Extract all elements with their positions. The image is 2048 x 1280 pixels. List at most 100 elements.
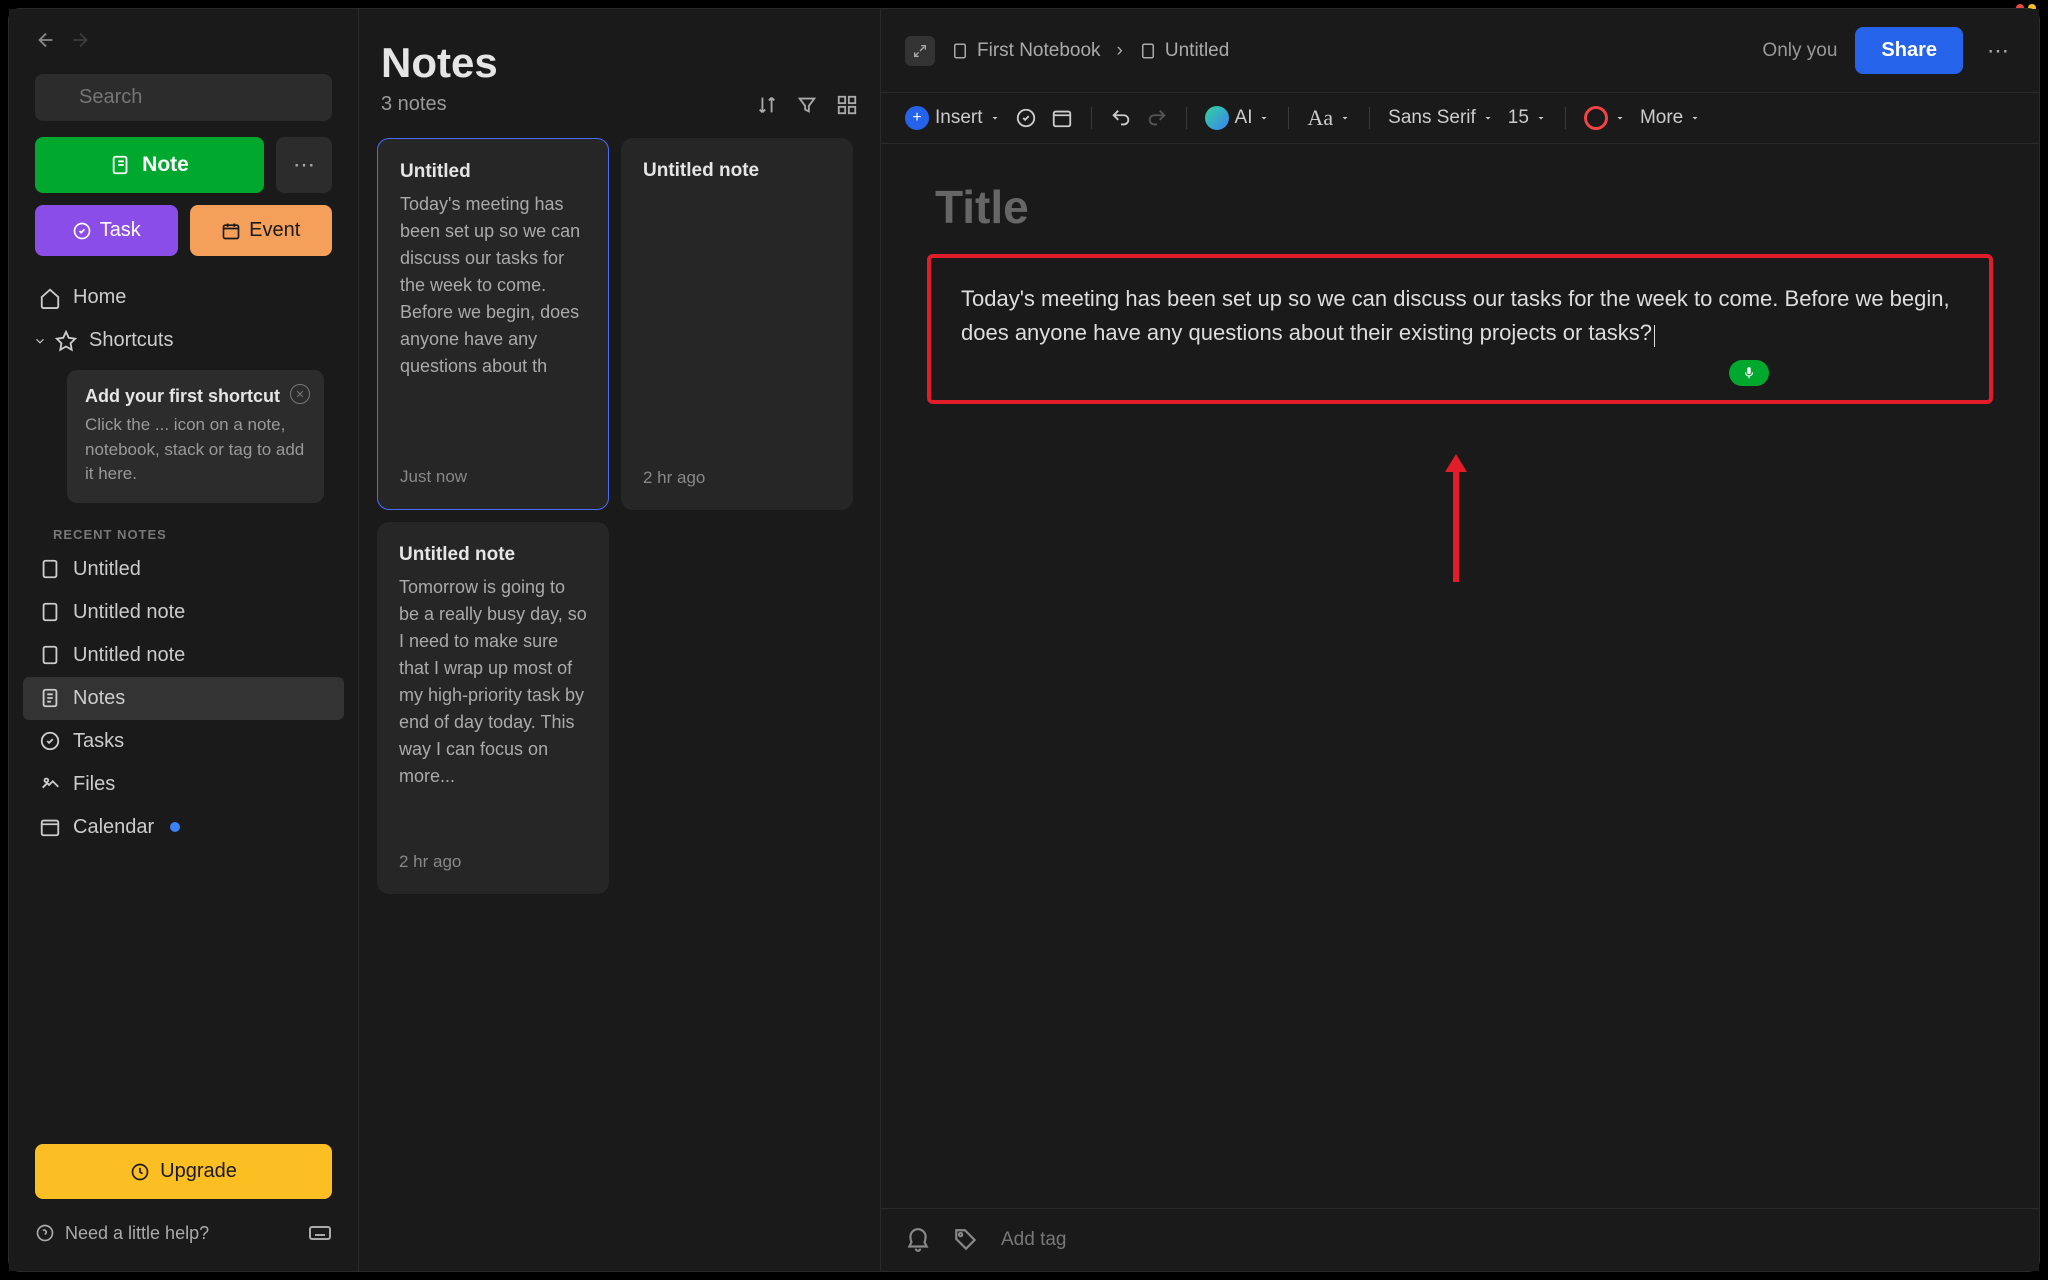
font-family-dropdown[interactable]: Sans Serif — [1388, 107, 1494, 129]
recent-note-label: Untitled note — [73, 601, 185, 624]
expand-button[interactable] — [905, 36, 935, 66]
task-button-label: Task — [100, 219, 141, 242]
color-dropdown[interactable] — [1584, 106, 1626, 130]
calendar-icon — [39, 816, 61, 838]
sidebar-item-notes[interactable]: Notes — [23, 677, 344, 720]
note-card[interactable]: Untitled note Tomorrow is going to be a … — [377, 522, 609, 894]
insert-label: Insert — [935, 107, 983, 129]
recent-note-item[interactable]: Untitled — [23, 548, 344, 591]
content-highlight-box: Today's meeting has been set up so we ca… — [927, 254, 1993, 404]
chevron-down-icon — [989, 112, 1001, 124]
more-dropdown[interactable]: More — [1640, 107, 1701, 129]
microphone-icon — [1742, 366, 1756, 380]
view-icon[interactable] — [836, 94, 858, 116]
keyboard-icon[interactable] — [308, 1221, 332, 1245]
tag-icon[interactable] — [953, 1227, 979, 1253]
task-icon[interactable] — [1015, 107, 1037, 129]
calendar-icon[interactable] — [1051, 107, 1073, 129]
sidebar-item-label: Home — [73, 286, 126, 309]
event-icon — [221, 221, 241, 241]
note-card[interactable]: Untitled note 2 hr ago — [621, 138, 853, 510]
microphone-button[interactable] — [1729, 360, 1769, 386]
card-time: Just now — [400, 467, 586, 487]
notes-icon — [39, 687, 61, 709]
new-event-button[interactable]: Event — [190, 205, 333, 256]
notes-title: Notes — [377, 39, 862, 93]
upgrade-label: Upgrade — [160, 1160, 237, 1183]
chevron-down-icon — [1535, 112, 1547, 124]
chevron-down-icon — [1339, 112, 1351, 124]
note-icon — [1139, 42, 1157, 60]
chevron-down-icon — [33, 330, 47, 352]
forward-icon — [69, 29, 91, 56]
breadcrumb-notebook[interactable]: First Notebook — [951, 40, 1101, 62]
search-input[interactable] — [35, 74, 332, 121]
font-size-label: 15 — [1508, 107, 1529, 129]
ai-dropdown[interactable]: AI — [1205, 106, 1271, 130]
tip-title: Add your first shortcut — [85, 386, 306, 407]
title-placeholder[interactable]: Title — [927, 180, 1993, 234]
undo-icon[interactable] — [1110, 107, 1132, 129]
recent-note-item[interactable]: Untitled note — [23, 591, 344, 634]
app-window: Note ⋯ Task Event Home Shortcuts — [8, 8, 2040, 1272]
ai-label: AI — [1235, 107, 1253, 129]
sidebar-item-calendar[interactable]: Calendar — [23, 806, 344, 849]
recent-note-label: Untitled — [73, 558, 141, 581]
sidebar-item-tasks[interactable]: Tasks — [23, 720, 344, 763]
files-icon — [39, 773, 61, 795]
sidebar-item-label: Shortcuts — [89, 329, 173, 352]
recent-note-label: Untitled note — [73, 644, 185, 667]
editor-toolbar: + Insert AI Aa Sans Serif — [881, 93, 2039, 144]
recent-note-item[interactable]: Untitled note — [23, 634, 344, 677]
new-task-button[interactable]: Task — [35, 205, 178, 256]
add-tag-input[interactable]: Add tag — [1001, 1229, 1067, 1251]
sort-icon[interactable] — [756, 94, 778, 116]
note-icon — [39, 601, 61, 623]
more-button[interactable]: ⋯ — [276, 137, 332, 193]
tasks-icon — [39, 730, 61, 752]
card-title: Untitled — [400, 161, 586, 183]
back-icon[interactable] — [35, 29, 57, 56]
share-button[interactable]: Share — [1855, 27, 1963, 74]
note-card[interactable]: Untitled Today's meeting has been set up… — [377, 138, 609, 510]
breadcrumb-note[interactable]: Untitled — [1139, 40, 1229, 62]
chevron-down-icon — [1689, 112, 1701, 124]
note-button-label: Note — [142, 153, 189, 177]
more-icon[interactable]: ⋯ — [1981, 38, 2015, 64]
font-size-dropdown[interactable]: 15 — [1508, 107, 1547, 129]
reminder-icon[interactable] — [905, 1227, 931, 1253]
card-title: Untitled note — [399, 544, 587, 566]
text-style-dropdown[interactable]: Aa — [1307, 105, 1351, 131]
card-body — [643, 190, 831, 468]
insert-dropdown[interactable]: + Insert — [905, 106, 1001, 130]
help-link[interactable]: Need a little help? — [35, 1223, 209, 1244]
task-icon — [72, 221, 92, 241]
sidebar-item-home[interactable]: Home — [23, 276, 344, 319]
close-icon[interactable]: ✕ — [290, 384, 310, 404]
sidebar-item-label: Notes — [73, 687, 125, 710]
note-icon — [39, 644, 61, 666]
content-text[interactable]: Today's meeting has been set up so we ca… — [961, 286, 1950, 345]
help-label: Need a little help? — [65, 1223, 209, 1244]
plus-icon: + — [905, 106, 929, 130]
editor: First Notebook › Untitled Only you Share… — [881, 9, 2039, 1271]
sidebar-item-shortcuts[interactable]: Shortcuts — [23, 319, 344, 362]
filter-icon[interactable] — [796, 94, 818, 116]
text-cursor — [1654, 325, 1655, 347]
sidebar-item-label: Files — [73, 773, 115, 796]
sidebar: Note ⋯ Task Event Home Shortcuts — [9, 9, 359, 1271]
note-name: Untitled — [1165, 40, 1229, 62]
upgrade-icon — [130, 1162, 150, 1182]
editor-body[interactable]: Title Today's meeting has been set up so… — [881, 144, 2039, 1208]
upgrade-button[interactable]: Upgrade — [35, 1144, 332, 1199]
redo-icon — [1146, 107, 1168, 129]
breadcrumb-chevron: › — [1117, 40, 1123, 62]
new-note-button[interactable]: Note — [35, 137, 264, 193]
chevron-down-icon — [1258, 112, 1270, 124]
event-button-label: Event — [249, 219, 300, 242]
sidebar-item-label: Calendar — [73, 816, 154, 839]
annotation-arrow — [1441, 454, 1471, 584]
home-icon — [39, 287, 61, 309]
sidebar-item-files[interactable]: Files — [23, 763, 344, 806]
notes-column: Notes 3 notes Untitled Today's meeting h… — [359, 9, 881, 1271]
